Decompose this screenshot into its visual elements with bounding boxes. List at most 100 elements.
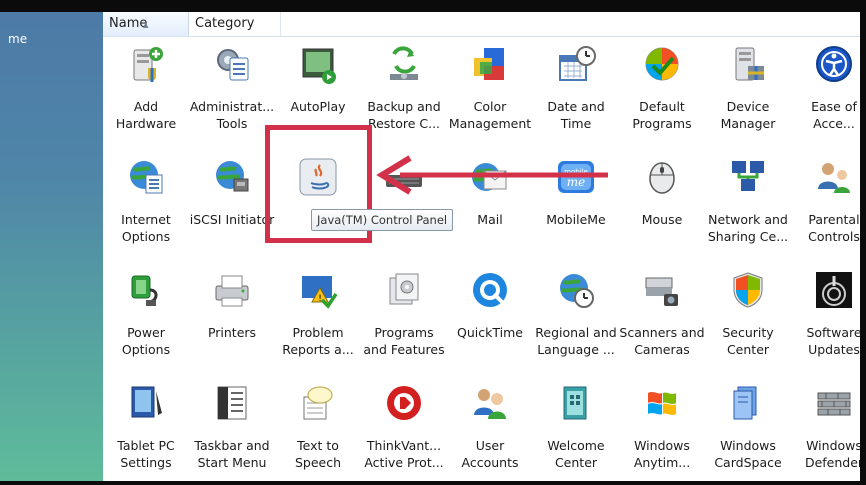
control-panel-item-tablet-pc-settings[interactable]: Tablet PC Settings [103,379,189,485]
control-panel-item-color-management[interactable]: Color Management [447,40,533,146]
item-label: Parental Controls [791,211,866,245]
control-panel-item-printers[interactable]: Printers [189,266,275,372]
item-label-line2: Active Prot... [364,455,444,470]
globe-list-icon [126,157,166,197]
item-label-line2: Language ... [537,342,615,357]
column-header-category[interactable]: Category [189,12,281,36]
control-panel-item-taskbar-start-menu[interactable]: Taskbar and Start Menu [189,379,275,485]
item-label: Windows Defender [791,437,866,471]
mouse-icon [642,157,682,197]
item-label: Device Manager [705,98,791,132]
item-label: Regional and Language ... [533,324,619,358]
column-header-bar: ▲ Name Category [103,12,860,37]
item-label-line2: Reports a... [282,342,354,357]
item-label: Scanners and Cameras [619,324,705,358]
defender-icon [814,383,854,423]
item-label-line2: Manager [720,116,776,131]
item-label-line1: AutoPlay [290,99,346,114]
control-panel-item-power-options[interactable]: Power Options [103,266,189,372]
item-label-line1: Backup and [367,99,441,114]
item-label-line1: Problem [292,325,344,340]
item-label-line1: Add [133,99,159,114]
item-label: Mail [447,211,533,228]
item-label: Add Hardware [103,98,189,132]
control-panel-item-ease-of-access[interactable]: Ease of Acce... [791,40,866,146]
control-panel-item-default-programs[interactable]: Default Programs [619,40,705,146]
item-label-line2: Settings [120,455,172,470]
shield-icon [728,270,768,310]
item-label: Network and Sharing Ce... [705,211,791,245]
software-update-icon [814,270,854,310]
item-label-line1: Security [722,325,774,340]
color-icon [470,44,510,84]
control-panel-item-internet-options[interactable]: Internet Options [103,153,189,259]
item-label-line2: Hardware [115,116,177,131]
item-label: Windows Anytim... [619,437,705,471]
control-panel-item-scanners-cameras[interactable]: Scanners and Cameras [619,266,705,372]
item-label: Programs and Features [361,324,447,358]
item-label-line1: Taskbar and [194,438,270,453]
column-header-name[interactable]: ▲ Name [103,12,189,36]
control-panel-item-security-center[interactable]: Security Center [705,266,791,372]
control-panel-item-device-manager[interactable]: Device Manager [705,40,791,146]
item-label: Date and Time [533,98,619,132]
item-label-line1: Network and [708,212,788,227]
item-label: Taskbar and Start Menu [189,437,275,471]
control-panel-item-administrative-tools[interactable]: Administrat... Tools [189,40,275,146]
top-border [0,0,866,12]
control-panel-item-windows-cardspace[interactable]: Windows CardSpace [705,379,791,485]
control-panel-item-network-sharing[interactable]: Network and Sharing Ce... [705,153,791,259]
control-panel-item-quicktime[interactable]: QuickTime [447,266,533,372]
item-label: Software Updates [791,324,866,358]
item-label-line1: Ease of [811,99,857,114]
control-panel-item-windows-defender[interactable]: Windows Defender [791,379,866,485]
control-panel-item-date-time[interactable]: Date and Time [533,40,619,146]
item-label-line1: MobileMe [546,212,606,227]
item-label: iSCSI Initiator [189,211,275,228]
task-pane-text: me [8,32,28,46]
item-label-line1: Default [639,99,685,114]
control-panel-item-problem-reports[interactable]: ! Problem Reports a... [275,266,361,372]
control-panel-item-mouse[interactable]: Mouse [619,153,705,259]
item-label-line2: Management [448,116,532,131]
item-label-line2: Tools [216,116,248,131]
control-panel-item-add-hardware[interactable]: Add Hardware [103,40,189,146]
network-icon [728,157,768,197]
control-panel-item-parental-controls[interactable]: Parental Controls [791,153,866,259]
control-panel-item-text-to-speech[interactable]: Text to Speech [275,379,361,485]
control-panel-item-programs-features[interactable]: Programs and Features [361,266,447,372]
item-label-line1: Regional and [535,325,617,340]
item-label-line1: Mail [477,212,503,227]
item-label: QuickTime [447,324,533,341]
parental-icon [814,157,854,197]
item-label-line1: Windows [634,438,690,453]
autoplay-icon [298,44,338,84]
item-label-line2: Start Menu [197,455,267,470]
problem-reports-icon: ! [298,270,338,310]
control-panel-item-backup-restore[interactable]: Backup and Restore C... [361,40,447,146]
item-label: Default Programs [619,98,705,132]
globe-network-icon [212,157,252,197]
control-panel-window: me ▲ Name Category Add Hardware Administra… [0,0,866,485]
item-label: Color Management [447,98,533,132]
control-panel-item-regional-language[interactable]: Regional and Language ... [533,266,619,372]
item-label-line1: Windows [806,438,862,453]
item-label-line2: and Features [363,342,445,357]
item-label: Welcome Center [533,437,619,471]
control-panel-item-iscsi-initiator[interactable]: iSCSI Initiator [189,153,275,259]
control-panel-item-welcome-center[interactable]: Welcome Center [533,379,619,485]
item-label-line2: Center [726,342,770,357]
control-panel-item-windows-anytime[interactable]: Windows Anytim... [619,379,705,485]
control-panel-item-thinkvantage[interactable]: ThinkVant... Active Prot... [361,379,447,485]
default-programs-icon [642,44,682,84]
programs-icon [384,270,424,310]
windows-flag-icon [642,383,682,423]
device-manager-icon [728,44,768,84]
item-label-line2: CardSpace [714,455,782,470]
item-label-line2: Options [121,229,171,244]
control-panel-item-software-updates[interactable]: Software Updates [791,266,866,372]
item-label: Internet Options [103,211,189,245]
item-label-line1: ThinkVant... [366,438,442,453]
control-panel-item-user-accounts[interactable]: User Accounts [447,379,533,485]
item-label-line1: Windows [720,438,776,453]
